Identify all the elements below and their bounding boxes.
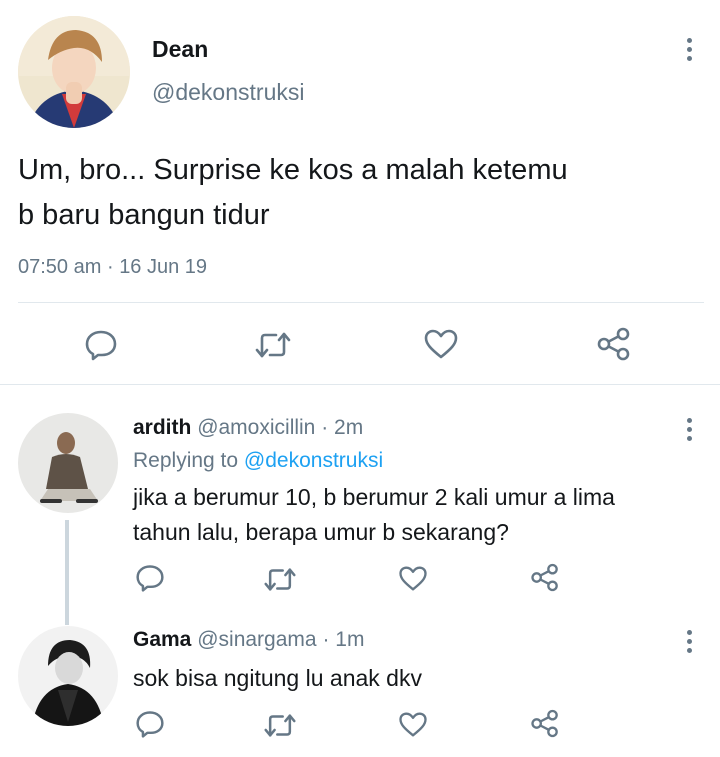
- like-icon[interactable]: [398, 711, 428, 738]
- reply-text-line-1: sok bisa ngitung lu anak dkv: [133, 665, 422, 691]
- tweet-time: 07:50 am: [18, 256, 102, 278]
- like-icon[interactable]: [423, 328, 459, 360]
- retweet-icon[interactable]: [254, 330, 292, 360]
- tweet-date: 16 Jun 19: [119, 256, 208, 278]
- retweet-icon[interactable]: [263, 566, 297, 593]
- replying-to: Replying to @dekonstruksi: [133, 449, 383, 473]
- reply-icon[interactable]: [135, 709, 165, 739]
- reply-text-line-2: tahun lalu, berapa umur b sekarang?: [133, 519, 509, 545]
- tweet-text-line-1: Um, bro... Surprise ke kos a malah ketem…: [18, 154, 568, 186]
- share-icon[interactable]: [530, 563, 560, 592]
- reply-text-line-1: jika a berumur 10, b berumur 2 kali umur…: [133, 484, 615, 510]
- tweet-timestamp: 07:50 am · 16 Jun 19: [18, 256, 207, 279]
- separator-dot: ·: [106, 256, 114, 278]
- reply-time: · 2m: [321, 416, 364, 439]
- avatar-ardith[interactable]: [18, 413, 118, 513]
- replying-to-handle[interactable]: @dekonstruksi: [244, 449, 383, 472]
- reply-icon[interactable]: [135, 563, 165, 593]
- reply-time: · 1m: [322, 628, 365, 651]
- tweet-text-line-2: b baru bangun tidur: [18, 199, 270, 231]
- retweet-icon[interactable]: [263, 712, 297, 739]
- divider: [18, 302, 704, 303]
- more-icon[interactable]: [686, 38, 694, 65]
- more-icon[interactable]: [686, 630, 694, 657]
- reply-header: ardith @amoxicillin · 2m: [133, 416, 363, 440]
- share-icon[interactable]: [596, 327, 632, 361]
- more-icon[interactable]: [686, 418, 694, 445]
- replying-to-label: Replying to: [133, 449, 239, 472]
- thread-line: [65, 520, 69, 625]
- avatar-gama[interactable]: [18, 626, 118, 726]
- author-handle[interactable]: @dekonstruksi: [152, 79, 304, 106]
- share-icon[interactable]: [530, 709, 560, 738]
- reply-author-name[interactable]: ardith: [133, 416, 191, 439]
- reply-author-handle[interactable]: @amoxicillin: [197, 416, 315, 439]
- reply-header: Gama @sinargama · 1m: [133, 628, 364, 652]
- reply-icon[interactable]: [84, 328, 118, 362]
- reply-author-name[interactable]: Gama: [133, 628, 191, 651]
- avatar-dean[interactable]: [18, 16, 130, 128]
- reply-author-handle[interactable]: @sinargama: [197, 628, 316, 651]
- author-name[interactable]: Dean: [152, 36, 208, 63]
- section-divider: [0, 384, 720, 385]
- like-icon[interactable]: [398, 565, 428, 592]
